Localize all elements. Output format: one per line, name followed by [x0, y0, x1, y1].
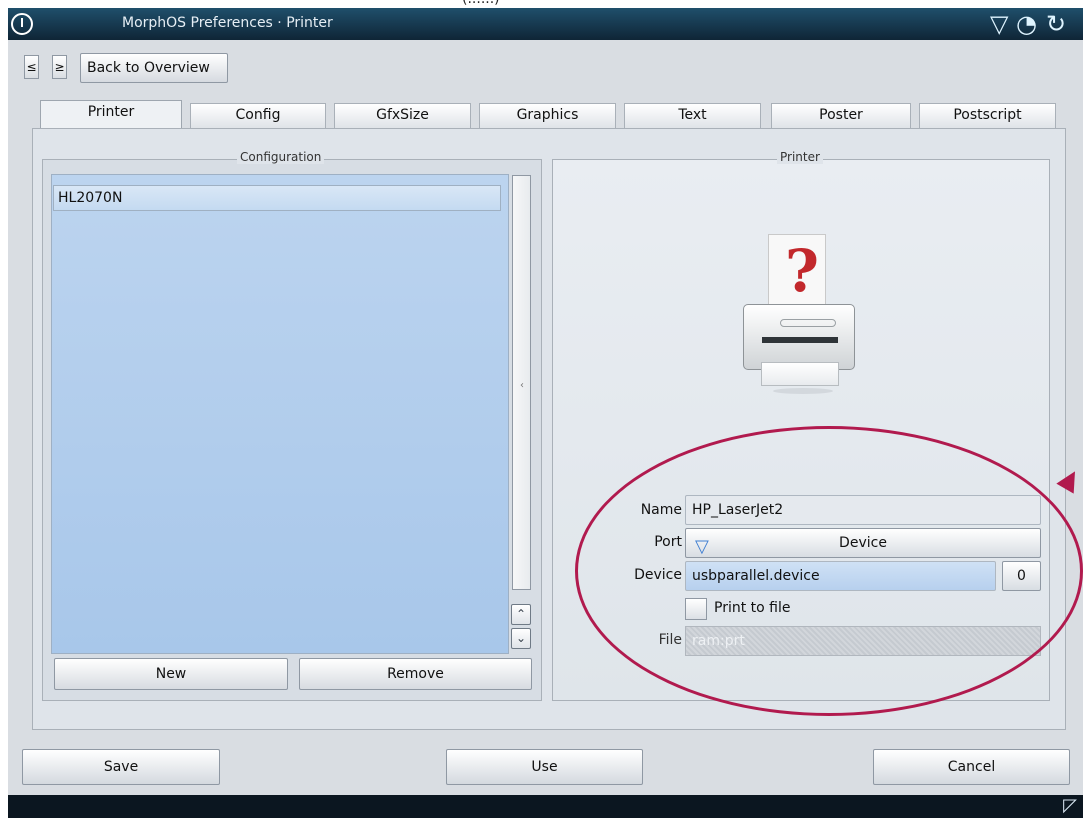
port-label: Port: [654, 534, 682, 550]
printer-slot-icon: [762, 337, 838, 343]
cancel-button[interactable]: Cancel: [873, 749, 1070, 785]
bottom-action-bar: Save Use Cancel: [8, 739, 1083, 795]
printer-image: ?: [743, 234, 855, 416]
save-button[interactable]: Save: [22, 749, 220, 785]
scroll-up-button[interactable]: ⌃: [511, 604, 531, 625]
window-title: MorphOS Preferences · Printer: [122, 15, 333, 31]
previous-button[interactable]: ≤: [24, 55, 39, 79]
tab-bar: Printer Config GfxSize Graphics Text Pos…: [40, 96, 1065, 132]
device-label: Device: [634, 567, 682, 583]
printer-title: Printer: [777, 150, 823, 164]
scroll-grip-icon: ‹: [520, 380, 524, 391]
dropdown-triangle-icon: ▽: [695, 536, 709, 557]
paper-icon: ?: [768, 234, 826, 314]
tab-postscript[interactable]: Postscript: [919, 103, 1056, 128]
printer-buttons-icon: [780, 319, 836, 327]
down-triangle-icon[interactable]: ▽: [990, 10, 1008, 38]
file-label: File: [658, 632, 682, 648]
configuration-title: Configuration: [237, 150, 325, 164]
file-field[interactable]: ram:prt: [685, 626, 1041, 656]
main-panel: Printer Config GfxSize Graphics Text Pos…: [8, 96, 1083, 739]
port-value: Device: [839, 535, 887, 551]
device-unit-field[interactable]: 0: [1002, 561, 1041, 591]
question-mark-icon: ?: [785, 237, 819, 305]
name-field[interactable]: HP_LaserJet2: [685, 495, 1041, 525]
back-to-overview-button[interactable]: Back to Overview: [80, 53, 228, 83]
new-button[interactable]: New: [54, 658, 288, 690]
printer-tray-icon: [761, 362, 839, 386]
system-menu-icon[interactable]: [11, 13, 33, 35]
printer-shadow-icon: [773, 388, 833, 394]
configuration-scrollbar[interactable]: ‹ ⌃ ⌄: [511, 172, 532, 653]
title-bar: MorphOS Preferences · Printer ▽ ◔ ↻: [8, 8, 1083, 40]
name-label: Name: [640, 502, 682, 518]
print-to-file-checkbox[interactable]: [685, 598, 707, 620]
remove-button[interactable]: Remove: [299, 658, 532, 690]
tab-poster[interactable]: Poster: [771, 103, 911, 128]
tab-content: Configuration HL2070N ‹ ⌃ ⌄ New Remove P…: [32, 128, 1066, 730]
tab-text[interactable]: Text: [624, 103, 761, 128]
dial-icon[interactable]: ◔: [1016, 10, 1037, 38]
tab-config[interactable]: Config: [190, 103, 326, 128]
print-to-file-label: Print to file: [714, 600, 791, 616]
tab-gfxsize[interactable]: GfxSize: [334, 103, 471, 128]
port-dropdown[interactable]: ▽ Device: [685, 528, 1041, 558]
next-button[interactable]: ≥: [52, 55, 67, 79]
printer-group: Printer ? Name HP_LaserJet2 Port ▽ Devic…: [552, 150, 1050, 701]
refresh-icon[interactable]: ↻: [1046, 10, 1066, 38]
printer-icon: [743, 304, 855, 370]
device-field[interactable]: usbparallel.device: [685, 561, 996, 591]
resize-corner-icon[interactable]: ◸: [1063, 795, 1077, 816]
use-button[interactable]: Use: [446, 749, 643, 785]
clipped-caption-text: (......): [462, 0, 500, 7]
navigation-toolbar: ≤ ≥ Back to Overview: [8, 40, 1083, 96]
list-item[interactable]: HL2070N: [53, 185, 501, 211]
configuration-group: Configuration HL2070N ‹ ⌃ ⌄ New Remove: [42, 150, 542, 701]
configuration-list[interactable]: HL2070N: [51, 174, 509, 654]
scroll-down-button[interactable]: ⌄: [511, 628, 531, 649]
scrollbar-thumb[interactable]: ‹: [512, 175, 531, 590]
status-bar: ◸: [8, 795, 1083, 818]
tab-graphics[interactable]: Graphics: [479, 103, 616, 128]
